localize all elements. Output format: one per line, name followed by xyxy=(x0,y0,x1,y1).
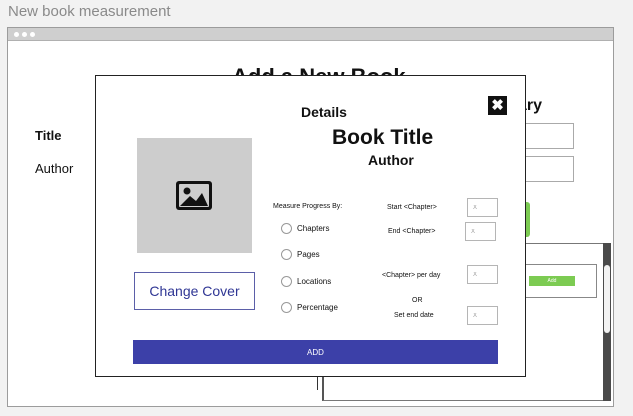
measure-progress-label: Measure Progress By: xyxy=(273,203,343,210)
end-date-input[interactable] xyxy=(467,306,498,325)
modal-heading: Details xyxy=(301,104,347,120)
start-chapter-label: Start <Chapter> xyxy=(387,204,437,211)
radio-circle[interactable] xyxy=(281,302,292,313)
book-author: Author xyxy=(368,152,414,168)
background-author-input[interactable] xyxy=(518,156,574,182)
end-date-label: Set end date xyxy=(394,312,434,319)
radio-label: Pages xyxy=(297,250,320,259)
change-cover-button[interactable]: Change Cover xyxy=(134,272,255,310)
page-title: New book measurement xyxy=(8,3,171,20)
close-icon[interactable]: ✖ xyxy=(488,96,507,115)
add-button[interactable]: ADD xyxy=(133,340,498,364)
window-dot xyxy=(22,32,27,37)
scroll-thumb[interactable] xyxy=(604,265,610,333)
window-dot xyxy=(30,32,35,37)
per-day-input[interactable] xyxy=(467,265,498,284)
end-chapter-label: End <Chapter> xyxy=(388,228,436,235)
per-day-label: <Chapter> per day xyxy=(382,272,441,279)
background-panel-add-button[interactable]: Add xyxy=(529,276,575,286)
book-title: Book Title xyxy=(332,126,434,149)
radio-circle[interactable] xyxy=(281,249,292,260)
browser-title-bar xyxy=(8,28,613,41)
background-author-label: Author xyxy=(35,161,74,176)
background-panel-card: Add xyxy=(521,264,597,298)
cover-image-placeholder xyxy=(137,138,252,253)
window-dot xyxy=(14,32,19,37)
book-details-modal: Details ✖ Book Title Author Change Cover… xyxy=(95,75,526,377)
divider xyxy=(317,375,318,390)
radio-circle[interactable] xyxy=(281,276,292,287)
radio-circle[interactable] xyxy=(281,223,292,234)
background-title-label: Title xyxy=(35,128,62,143)
or-label: OR xyxy=(412,297,423,304)
image-icon xyxy=(176,181,212,210)
background-title-input[interactable] xyxy=(518,123,574,149)
radio-label: Chapters xyxy=(297,224,330,233)
end-chapter-input[interactable] xyxy=(465,222,496,241)
radio-label: Locations xyxy=(297,277,332,286)
scrollbar[interactable] xyxy=(603,243,611,401)
start-chapter-input[interactable] xyxy=(467,198,498,217)
radio-label: Percentage xyxy=(297,303,338,312)
